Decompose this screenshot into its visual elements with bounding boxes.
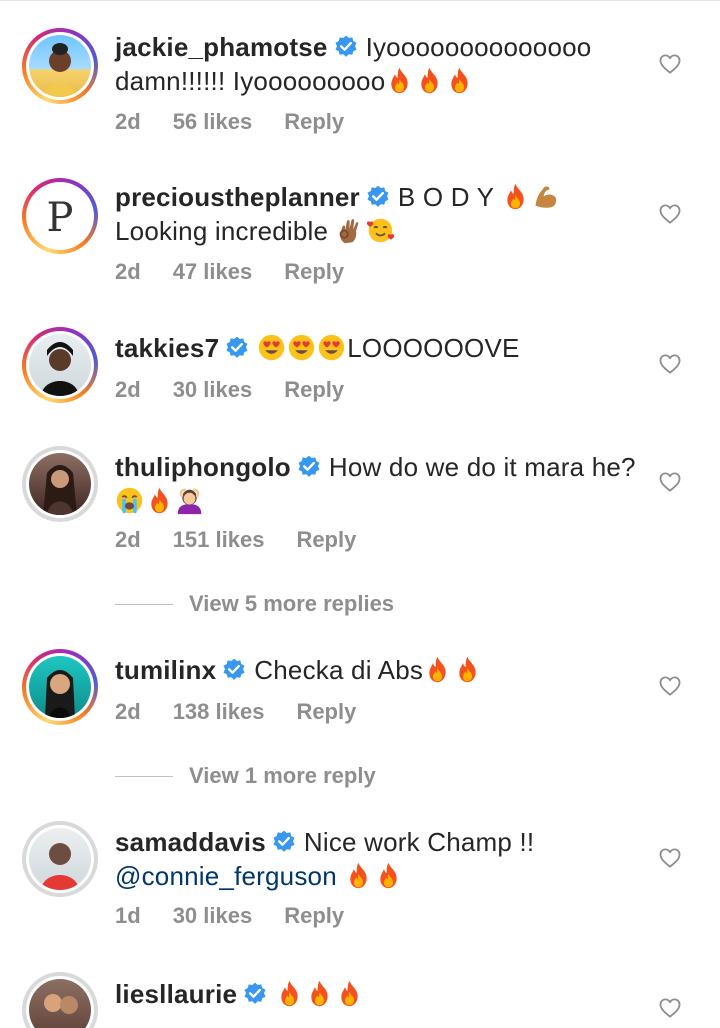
- comment-text: damn!!!!!! Iyooooooooo: [115, 66, 386, 96]
- comment-username[interactable]: takkies7: [115, 333, 219, 363]
- avatar[interactable]: [22, 972, 98, 1028]
- comment-text: Nice work Champ !!: [303, 827, 535, 857]
- comment-body: tumilinx Checka di Abs: [115, 653, 655, 687]
- comment-body: precioustheplanner B O D Y Looking incred…: [115, 180, 655, 248]
- comment-username[interactable]: thuliphongolo: [115, 452, 291, 482]
- comment-age: 1d: [115, 903, 141, 928]
- avatar[interactable]: P: [22, 178, 98, 254]
- fire-emoji-icon: [275, 979, 365, 1009]
- heart-outline-icon[interactable]: [659, 54, 681, 74]
- likes-count[interactable]: 56 likes: [173, 109, 253, 134]
- top-divider: [0, 0, 720, 4]
- fire-emoji-icon: [385, 66, 475, 96]
- comment-body: jackie_phamotse Iyoooooooooooooo damn!!!!…: [115, 30, 655, 98]
- reply-button[interactable]: Reply: [296, 527, 356, 552]
- reply-button[interactable]: Reply: [284, 259, 344, 284]
- avatar[interactable]: [22, 649, 98, 725]
- view-more-replies-label[interactable]: View 5 more replies: [189, 591, 394, 617]
- comment-username[interactable]: tumilinx: [115, 655, 216, 685]
- reply-button[interactable]: Reply: [284, 903, 344, 928]
- comment-username[interactable]: samaddavis: [115, 827, 266, 857]
- replies-divider: [115, 775, 173, 777]
- reply-button[interactable]: Reply: [296, 699, 356, 724]
- svg-text:P: P: [47, 195, 74, 241]
- verified-badge-icon: [225, 336, 249, 360]
- comment-meta: 2d 47 likes Reply: [115, 259, 376, 285]
- heart-outline-icon[interactable]: [659, 998, 681, 1018]
- view-more-replies[interactable]: View 5 more replies: [115, 591, 394, 617]
- likes-count[interactable]: 138 likes: [173, 699, 265, 724]
- reply-button[interactable]: Reply: [284, 109, 344, 134]
- comment-age: 2d: [115, 699, 141, 724]
- view-more-replies[interactable]: View 1 more reply: [115, 763, 376, 789]
- reply-button[interactable]: Reply: [284, 377, 344, 402]
- heart-outline-icon[interactable]: [659, 354, 681, 374]
- crying-fire-person-emoji-icon: [115, 486, 205, 516]
- comment-body: liesllaurie: [115, 977, 655, 1011]
- likes-count[interactable]: 47 likes: [173, 259, 253, 284]
- comment-body: thuliphongolo How do we do it mara he?: [115, 450, 655, 518]
- likes-count[interactable]: 30 likes: [173, 903, 253, 928]
- avatar[interactable]: [22, 821, 98, 897]
- avatar[interactable]: [22, 28, 98, 104]
- comment-username[interactable]: jackie_phamotse: [115, 32, 328, 62]
- verified-badge-icon: [366, 185, 390, 209]
- comment-meta: 2d 151 likes Reply: [115, 527, 388, 553]
- likes-count[interactable]: 30 likes: [173, 377, 253, 402]
- comment-text: Looking incredible: [115, 216, 329, 246]
- avatar[interactable]: [22, 446, 98, 522]
- likes-count[interactable]: 151 likes: [173, 527, 265, 552]
- comment-text: LOOOOOOVE: [347, 333, 520, 363]
- verified-badge-icon: [272, 830, 296, 854]
- avatar[interactable]: [22, 327, 98, 403]
- heart-outline-icon[interactable]: [659, 472, 681, 492]
- comment-meta: 2d 56 likes Reply: [115, 109, 376, 135]
- comment-meta: 2d 138 likes Reply: [115, 699, 388, 725]
- replies-divider: [115, 603, 173, 605]
- comment-username[interactable]: liesllaurie: [115, 979, 237, 1009]
- verified-badge-icon: [334, 35, 358, 59]
- heart-outline-icon[interactable]: [659, 848, 681, 868]
- comment-username[interactable]: precioustheplanner: [115, 182, 360, 212]
- comment-age: 2d: [115, 527, 141, 552]
- comment-age: 2d: [115, 377, 141, 402]
- fire-muscle-emoji-icon: [501, 182, 561, 212]
- view-more-replies-label[interactable]: View 1 more reply: [189, 763, 376, 789]
- comment-text: B O D Y: [397, 182, 494, 212]
- comment-body: samaddavis Nice work Champ !! @connie_fer…: [115, 825, 655, 893]
- comment-age: 2d: [115, 259, 141, 284]
- comment-text: Iyoooooooooooooo: [365, 32, 592, 62]
- comment-meta: 2d 30 likes Reply: [115, 377, 376, 403]
- verified-badge-icon: [243, 982, 267, 1006]
- comment-body: takkies7 LOOOOOOVE: [115, 331, 655, 365]
- heart-eyes-emoji-icon: [257, 333, 347, 363]
- heart-outline-icon[interactable]: [659, 676, 681, 696]
- comment-meta: 1d 30 likes Reply: [115, 903, 376, 929]
- verified-badge-icon: [222, 658, 246, 682]
- heart-outline-icon[interactable]: [659, 204, 681, 224]
- comment-text: Checka di Abs: [254, 655, 424, 685]
- ok-hand-smiling-hearts-emoji-icon: [336, 216, 396, 246]
- verified-badge-icon: [297, 455, 321, 479]
- comment-age: 2d: [115, 109, 141, 134]
- comment-text: How do we do it mara he?: [328, 452, 636, 482]
- mention-link[interactable]: @connie_ferguson: [115, 861, 337, 891]
- fire-emoji-icon: [423, 655, 483, 685]
- fire-emoji-icon: [344, 861, 404, 891]
